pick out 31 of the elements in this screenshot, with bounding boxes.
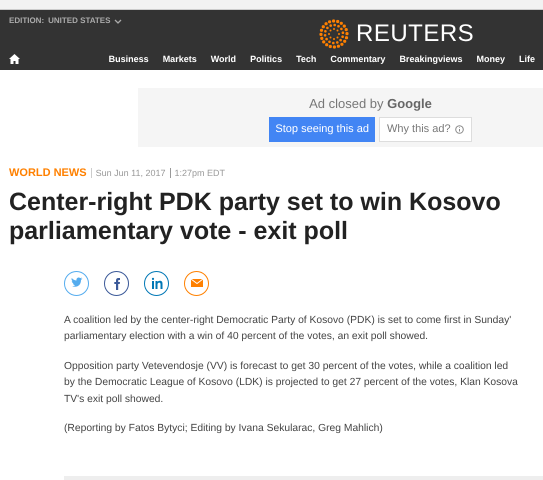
chevron-icon[interactable] bbox=[114, 18, 122, 24]
in-letters-icon bbox=[150, 276, 164, 290]
nav-link[interactable]: Money bbox=[476, 52, 505, 66]
logo[interactable]: REUTERS bbox=[356, 16, 474, 52]
email-share-button[interactable] bbox=[184, 270, 209, 296]
nav-link[interactable]: Tech bbox=[296, 52, 316, 66]
envelope-icon bbox=[190, 276, 204, 290]
paragraph: (Reporting by Fatos Bytyci; Editing by Ivana Sekularac, Greg Mahlich) bbox=[64, 422, 384, 436]
nav-link[interactable]: Commentary bbox=[330, 52, 386, 66]
article-date: Sun Jun 11, 2017 bbox=[96, 166, 166, 180]
nav-link[interactable]: Business bbox=[108, 52, 149, 66]
nav-link[interactable]: World bbox=[210, 52, 236, 66]
edition-label: EDITION: bbox=[9, 15, 44, 27]
twitter-share-button[interactable] bbox=[64, 270, 89, 296]
linkedin-share-button[interactable] bbox=[144, 270, 169, 296]
facebook-share-button[interactable] bbox=[104, 270, 129, 296]
paragraph: Opposition party Vetevendosje (VV) is forecast to get 30 percent of the votes, while a coalition led by the Democratic League of Kosovo (LDK) is projected to get 27 percent of the votes, Klan Kosova TV's exit poll showed. bbox=[64, 360, 519, 406]
nav-link[interactable]: Life bbox=[518, 52, 535, 66]
headline: Center-right PDK party set to win Kosovo parliamentary vote - exit poll bbox=[9, 188, 502, 246]
paragraph: A coalition led by the center-right Democratic Party of Kosovo (PDK) is set to come first in Sunday' parliamentary election with a win of 40 percent of the votes, an exit poll showed. bbox=[64, 314, 512, 344]
home-icon[interactable] bbox=[9, 54, 20, 64]
stop-seeing-ad-button[interactable]: Stop seeing this ad bbox=[269, 117, 375, 142]
ad-closed-title: Ad closed by Google bbox=[309, 94, 432, 113]
article-time: 1:27pm EDT bbox=[174, 166, 226, 180]
info-icon bbox=[454, 124, 464, 134]
why-this-ad-button[interactable]: Why this ad? bbox=[378, 117, 472, 142]
nav-link[interactable]: Markets bbox=[162, 52, 197, 66]
edition-selector[interactable]: UNITED STATES bbox=[48, 15, 110, 27]
nav-link[interactable]: Politics bbox=[250, 52, 282, 66]
logo-icon bbox=[318, 18, 350, 50]
nav-link[interactable]: Breakingviews bbox=[399, 52, 462, 66]
